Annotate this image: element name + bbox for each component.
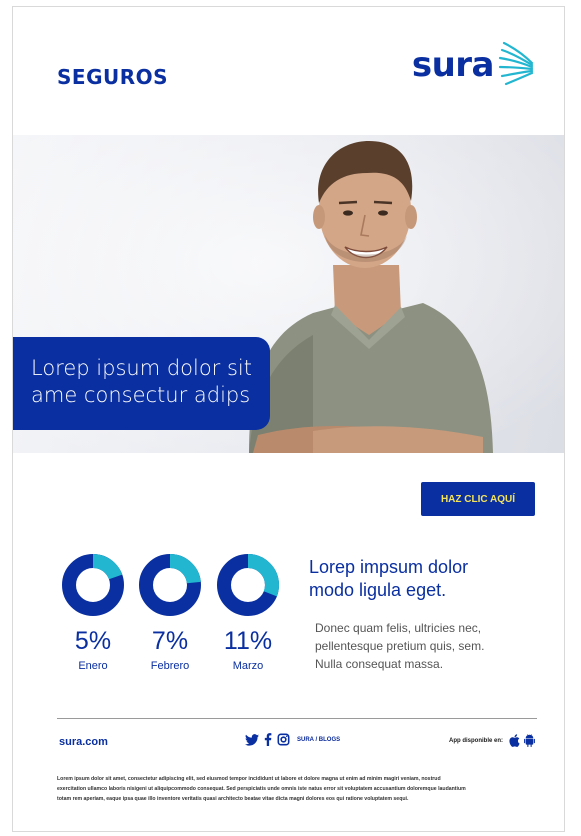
donut-chart: [139, 554, 201, 616]
hero-banner: Lorep ipsum dolor sit ame consectur adip…: [13, 337, 270, 430]
headline-line: modo ligula eget.: [309, 580, 447, 600]
stat-label: Marzo: [232, 660, 264, 672]
legal-line: Lorem ipsum dolor sit amet, consectetur …: [57, 776, 441, 782]
footer-divider: [57, 718, 537, 719]
legal-line: exercitation ullamco laboris nisigeni ut…: [57, 786, 466, 792]
footer-site-link[interactable]: sura.com: [59, 736, 108, 748]
stat-marzo: 11% Marzo: [214, 553, 282, 672]
logo-text: sura: [411, 45, 495, 85]
stat-febrero: 7% Febrero: [136, 553, 204, 672]
stat-enero: 5% Enero: [59, 553, 127, 672]
body-line: Nulla consequat massa.: [315, 657, 444, 671]
content-headline: Lorep impsum dolor modo ligula eget.: [309, 556, 539, 602]
stat-value: 7%: [151, 627, 189, 655]
cta-button[interactable]: HAZ CLIC AQUÍ: [421, 482, 535, 516]
stat-label: Enero: [78, 660, 108, 672]
social-links: SURA / BLOGS: [245, 733, 340, 746]
hero-banner-line: ame consectur adips: [31, 383, 251, 407]
hero-banner-line: Lorep ipsum dolor sit: [31, 356, 253, 380]
body-line: pellentesque pretium quis, sem.: [315, 639, 485, 653]
facebook-icon[interactable]: [264, 733, 272, 746]
content-body: Donec quam felis, ultricies nec, pellent…: [315, 619, 545, 673]
brand-title: SEGUROS: [57, 65, 169, 89]
hero: Lorep ipsum dolor sit ame consectur adip…: [13, 135, 564, 453]
social-label[interactable]: SURA / BLOGS: [297, 737, 340, 743]
stat-label: Febrero: [150, 660, 190, 672]
stat-value: 5%: [74, 627, 112, 655]
twitter-icon[interactable]: [245, 733, 259, 746]
android-icon[interactable]: [524, 734, 535, 747]
sura-wings-icon: [498, 41, 534, 86]
app-availability: App disponible en:: [449, 734, 535, 747]
donut-chart: [62, 554, 124, 616]
headline-line: Lorep impsum dolor: [309, 557, 469, 577]
donut-chart: [217, 554, 279, 616]
instagram-icon[interactable]: [277, 733, 290, 746]
stat-value: 11%: [223, 627, 273, 655]
header: SEGUROS sura: [13, 7, 564, 135]
body-line: Donec quam felis, ultricies nec,: [315, 621, 482, 635]
legal-line: totam rem aperiam, eaque ipsa quae illo …: [57, 796, 409, 802]
email-card: SEGUROS sura Lorep ipsum dolor sit ame c…: [12, 6, 565, 832]
apple-icon[interactable]: [509, 734, 520, 747]
app-label: App disponible en:: [449, 737, 503, 744]
legal-text: Lorem ipsum dolor sit amet, consectetur …: [57, 774, 543, 804]
sura-logo[interactable]: sura: [412, 41, 538, 89]
